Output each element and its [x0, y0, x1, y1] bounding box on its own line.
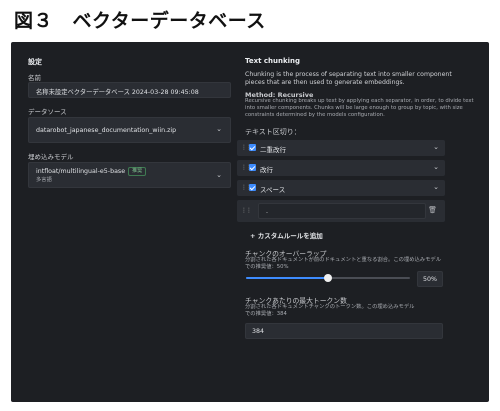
- max-tokens-desc-line: 分割された各ドキュメントチャンクのトークン数。この埋め込みモデル: [245, 304, 415, 310]
- embedding-model-select[interactable]: intfloat/multilingual-e5-base 推奨 多言語 ⌄: [28, 162, 231, 188]
- separator-label: 二重改行: [260, 146, 286, 154]
- custom-separator-row: ⋮⋮ . 🗑: [237, 200, 445, 222]
- separator-row[interactable]: ⋮⋮ 二重改行 ⌄: [237, 140, 445, 156]
- chevron-down-icon: ⌄: [216, 171, 222, 179]
- embedding-label: 埋め込みモデル: [28, 153, 74, 161]
- separator-checkbox[interactable]: [249, 144, 256, 151]
- datasource-select[interactable]: datarobot_japanese_documentation_wiin.zi…: [28, 117, 231, 143]
- separator-checkbox[interactable]: [249, 164, 256, 171]
- method-desc-line: Recursive chunking breaks up text by app…: [245, 98, 474, 104]
- datasource-value: datarobot_japanese_documentation_wiin.zi…: [36, 127, 177, 134]
- max-tokens-value: 384: [252, 328, 265, 335]
- settings-heading: 設定: [28, 58, 42, 66]
- chevron-down-icon[interactable]: ⌄: [433, 183, 439, 191]
- overlap-slider-handle[interactable]: [324, 274, 332, 282]
- separator-label: スペース: [260, 186, 286, 194]
- method-desc-line: constraints determined by the models con…: [245, 112, 385, 118]
- add-custom-rule-button[interactable]: + カスタムルールを追加: [250, 230, 323, 240]
- overlap-value-input[interactable]: 50%: [417, 271, 443, 287]
- chevron-down-icon: ⌄: [216, 125, 222, 133]
- max-tokens-input[interactable]: 384: [245, 323, 443, 339]
- datasource-label: データソース: [28, 108, 67, 116]
- method-desc-line: into smaller components. Chunks will be …: [245, 105, 463, 111]
- overlap-desc-line: での推奨値：50%: [245, 264, 289, 270]
- figure-title: 図３ ベクターデータベース: [14, 10, 266, 32]
- drag-handle-icon[interactable]: ⋮⋮: [241, 207, 252, 214]
- custom-separator-value: .: [266, 208, 269, 215]
- separator-row[interactable]: ⋮⋮ 改行 ⌄: [237, 160, 445, 176]
- separator-label: 改行: [260, 166, 273, 174]
- separators-label: テキスト区切り：: [245, 128, 301, 136]
- overlap-slider-fill: [246, 277, 328, 279]
- chevron-down-icon[interactable]: ⌄: [433, 143, 439, 151]
- chunking-description: Chunking is the process of separating te…: [245, 71, 452, 86]
- embedding-sub: 多言語: [36, 177, 52, 183]
- embedding-value: intfloat/multilingual-e5-base: [36, 168, 126, 175]
- recommended-badge: 推奨: [128, 167, 147, 176]
- overlap-desc-line: 分割された各ドキュメントが前のドキュメントと重なる割合。この埋め込みモデル: [245, 257, 441, 263]
- overlap-value: 50%: [423, 276, 437, 283]
- name-input[interactable]: 名称未設定ベクターデータベース 2024-03-28 09:45:08: [28, 82, 231, 98]
- name-label: 名前: [28, 74, 41, 82]
- trash-icon[interactable]: 🗑: [428, 206, 437, 214]
- custom-separator-input[interactable]: .: [258, 203, 426, 219]
- max-tokens-desc-line: での推奨値：384: [245, 311, 287, 317]
- chevron-down-icon[interactable]: ⌄: [433, 163, 439, 171]
- chunking-heading: Text chunking: [245, 57, 301, 65]
- separator-row[interactable]: ⋮⋮ スペース ⌄: [237, 180, 445, 196]
- separator-checkbox[interactable]: [249, 184, 256, 191]
- overlap-slider[interactable]: [246, 274, 410, 282]
- name-value: 名称未設定ベクターデータベース 2024-03-28 09:45:08: [36, 89, 199, 96]
